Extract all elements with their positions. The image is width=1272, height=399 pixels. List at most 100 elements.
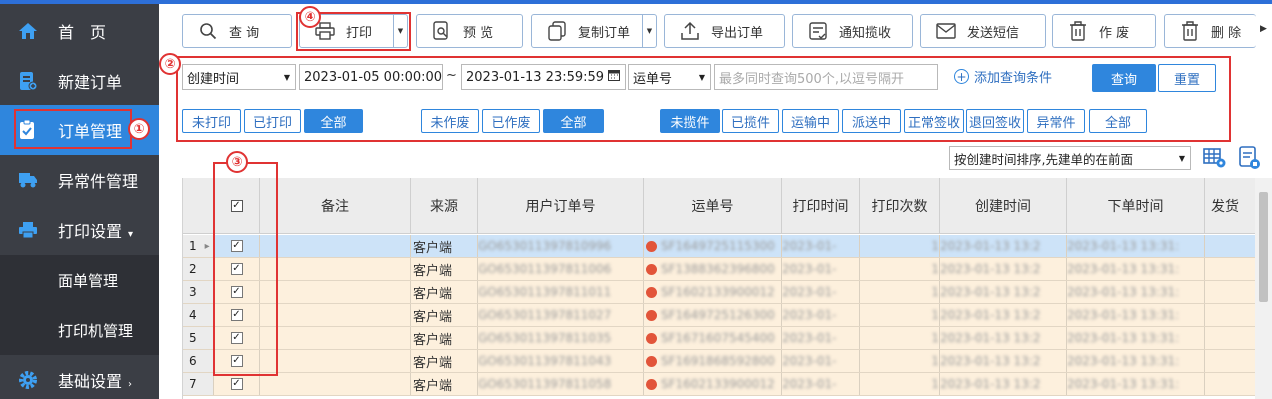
sidebar-item-basic-settings[interactable]: 基础设置 ›	[0, 355, 159, 399]
table-row[interactable]: 1 ▸ ✓ 客户端 GO653011397810996 SF1649725115300 20…	[183, 235, 1255, 258]
table-row[interactable]: 7 ✓ 客户端 GO653011397811058 SF1602133900012 202…	[183, 373, 1255, 396]
col-header-order-no[interactable]: 用户订单号	[478, 178, 644, 234]
annotation-badge-2: ②	[159, 53, 181, 75]
table-row[interactable]: 3 ✓ 客户端 GO653011397811011 SF1602133900012 202…	[183, 281, 1255, 304]
sidebar: 首 页 新建订单 订单管理 异常件管理 打印设置 ▾ 面单管理 打印机管理 基础设…	[0, 0, 159, 399]
table-row[interactable]: 4 ✓ 客户端 GO653011397811027 SF1649725126300 202…	[183, 304, 1255, 327]
waybill-cell: SF1602133900012	[644, 373, 782, 395]
source-cell-text: 客户端	[413, 378, 453, 394]
export-order-button[interactable]: 导出订单	[664, 14, 785, 48]
row-number-text: 3	[189, 285, 197, 299]
notify-pickup-button[interactable]: 通知揽收	[792, 14, 913, 48]
sidebar-item-home[interactable]: 首 页	[0, 6, 159, 56]
created-cell: 2023-01-13 13:2	[940, 281, 1067, 303]
row-number: 2	[183, 258, 214, 280]
print-count-cell-text: 1	[931, 285, 939, 299]
order-no-cell-text: GO653011397810996	[478, 239, 612, 253]
source-cell-text: 客户端	[413, 286, 453, 302]
carrier-status-icon	[646, 355, 657, 367]
col-header-print-time[interactable]: 打印时间	[782, 178, 860, 234]
waybill-cell: SF1388362396800	[644, 258, 782, 280]
row-number-text: 2	[189, 262, 197, 276]
source-cell: 客户端	[411, 327, 478, 349]
col-header-ordered[interactable]: 下单时间	[1067, 178, 1205, 234]
table-row[interactable]: 5 ✓ 客户端 GO653011397811035 SF1671607545400 202…	[183, 327, 1255, 350]
query-button[interactable]: 查 询	[182, 14, 292, 48]
void-button[interactable]: 作 废	[1052, 14, 1156, 48]
sort-select[interactable]: 按创建时间排序,先建单的在前面 ▼	[949, 146, 1191, 170]
preview-button[interactable]: 预 览	[416, 14, 523, 48]
column-settings-icon[interactable]	[1203, 147, 1227, 173]
waybill-cell-text: SF1602133900012	[661, 285, 775, 299]
row-number: 5	[183, 327, 214, 349]
source-cell: 客户端	[411, 258, 478, 280]
row-checkbox[interactable]: ✓	[230, 378, 243, 390]
table-row[interactable]: 2 ✓ 客户端 GO653011397811006 SF1388362396800 202…	[183, 258, 1255, 281]
col-header-waybill[interactable]: 运单号	[644, 178, 782, 234]
remark-cell	[260, 304, 411, 326]
col-header-source[interactable]: 来源	[411, 178, 478, 234]
print-count-cell-text: 1	[931, 308, 939, 322]
remark-cell	[260, 350, 411, 372]
created-cell: 2023-01-13 13:2	[940, 258, 1067, 280]
copy-order-button[interactable]: 复制订单 ▼	[531, 14, 657, 48]
col-header-ship[interactable]: 发货	[1205, 178, 1255, 234]
print-count-cell: 1	[860, 373, 940, 395]
table-scrollbar[interactable]	[1255, 178, 1272, 399]
truck-icon	[18, 170, 38, 190]
print-time-cell-text: 2023-01-	[782, 377, 837, 391]
col-header-remark[interactable]: 备注	[260, 178, 411, 234]
created-cell: 2023-01-13 13:2	[940, 235, 1067, 257]
table-row[interactable]: 6 ✓ 客户端 GO653011397811043 SF1691868592800 202…	[183, 350, 1255, 373]
sidebar-item-new-order[interactable]: 新建订单	[0, 56, 159, 106]
ship-cell	[1205, 281, 1255, 303]
chevron-right-icon: ›	[128, 379, 133, 390]
order-no-cell: GO653011397811027	[478, 304, 644, 326]
print-time-cell: 2023-01-	[782, 373, 860, 395]
print-count-cell-text: 1	[931, 331, 939, 345]
preview-icon	[431, 20, 453, 42]
source-cell-text: 客户端	[413, 240, 453, 256]
search-icon	[197, 20, 219, 42]
row-number-header	[183, 178, 214, 234]
print-time-cell: 2023-01-	[782, 235, 860, 257]
print-time-cell-text: 2023-01-	[782, 354, 837, 368]
remark-cell	[260, 235, 411, 257]
sidebar-item-waybill-manage[interactable]: 面单管理	[0, 255, 159, 305]
order-no-cell: GO653011397811011	[478, 281, 644, 303]
order-no-cell-text: GO653011397811011	[478, 285, 612, 299]
scrollbar-thumb[interactable]	[1259, 192, 1268, 302]
send-sms-button[interactable]: 发送短信	[920, 14, 1046, 48]
row-number-text: 1	[189, 239, 197, 253]
annotation-badge-4: ④	[299, 6, 321, 28]
sidebar-item-printer-manage[interactable]: 打印机管理	[0, 305, 159, 355]
source-cell-text: 客户端	[413, 355, 453, 371]
row-number: 6	[183, 350, 214, 372]
sidebar-item-print-settings[interactable]: 打印设置 ▾	[0, 205, 159, 255]
toolbar-scroll-right-icon[interactable]: ▶	[1260, 24, 1267, 34]
annotation-badge-3: ③	[226, 151, 248, 173]
order-no-cell-text: GO653011397811006	[478, 262, 612, 276]
col-header-created[interactable]: 创建时间	[940, 178, 1067, 234]
ordered-cell-text: 2023-01-13 13:31:	[1067, 262, 1180, 276]
delete-button[interactable]: 删 除	[1164, 14, 1256, 48]
row-number-text: 7	[189, 377, 197, 391]
dropdown-arrow-icon: ▼	[1178, 153, 1185, 163]
created-cell-text: 2023-01-13 13:2	[940, 308, 1041, 322]
annotation-box-order-manage	[14, 109, 132, 149]
order-no-cell-text: GO653011397811027	[478, 308, 612, 322]
export-settings-icon[interactable]	[1238, 146, 1262, 174]
source-cell: 客户端	[411, 235, 478, 257]
ordered-cell-text: 2023-01-13 13:31:	[1067, 331, 1180, 345]
copy-dropdown-arrow[interactable]: ▼	[642, 15, 656, 47]
order-no-cell: GO653011397810996	[478, 235, 644, 257]
waybill-cell: SF1649725126300	[644, 304, 782, 326]
print-time-cell-text: 2023-01-	[782, 285, 837, 299]
home-icon	[18, 21, 38, 41]
print-time-cell: 2023-01-	[782, 327, 860, 349]
created-cell-text: 2023-01-13 13:2	[940, 377, 1041, 391]
sidebar-item-exceptions[interactable]: 异常件管理	[0, 155, 159, 205]
row-number: 1 ▸	[183, 235, 214, 257]
waybill-cell: SF1602133900012	[644, 281, 782, 303]
col-header-print-count[interactable]: 打印次数	[860, 178, 940, 234]
